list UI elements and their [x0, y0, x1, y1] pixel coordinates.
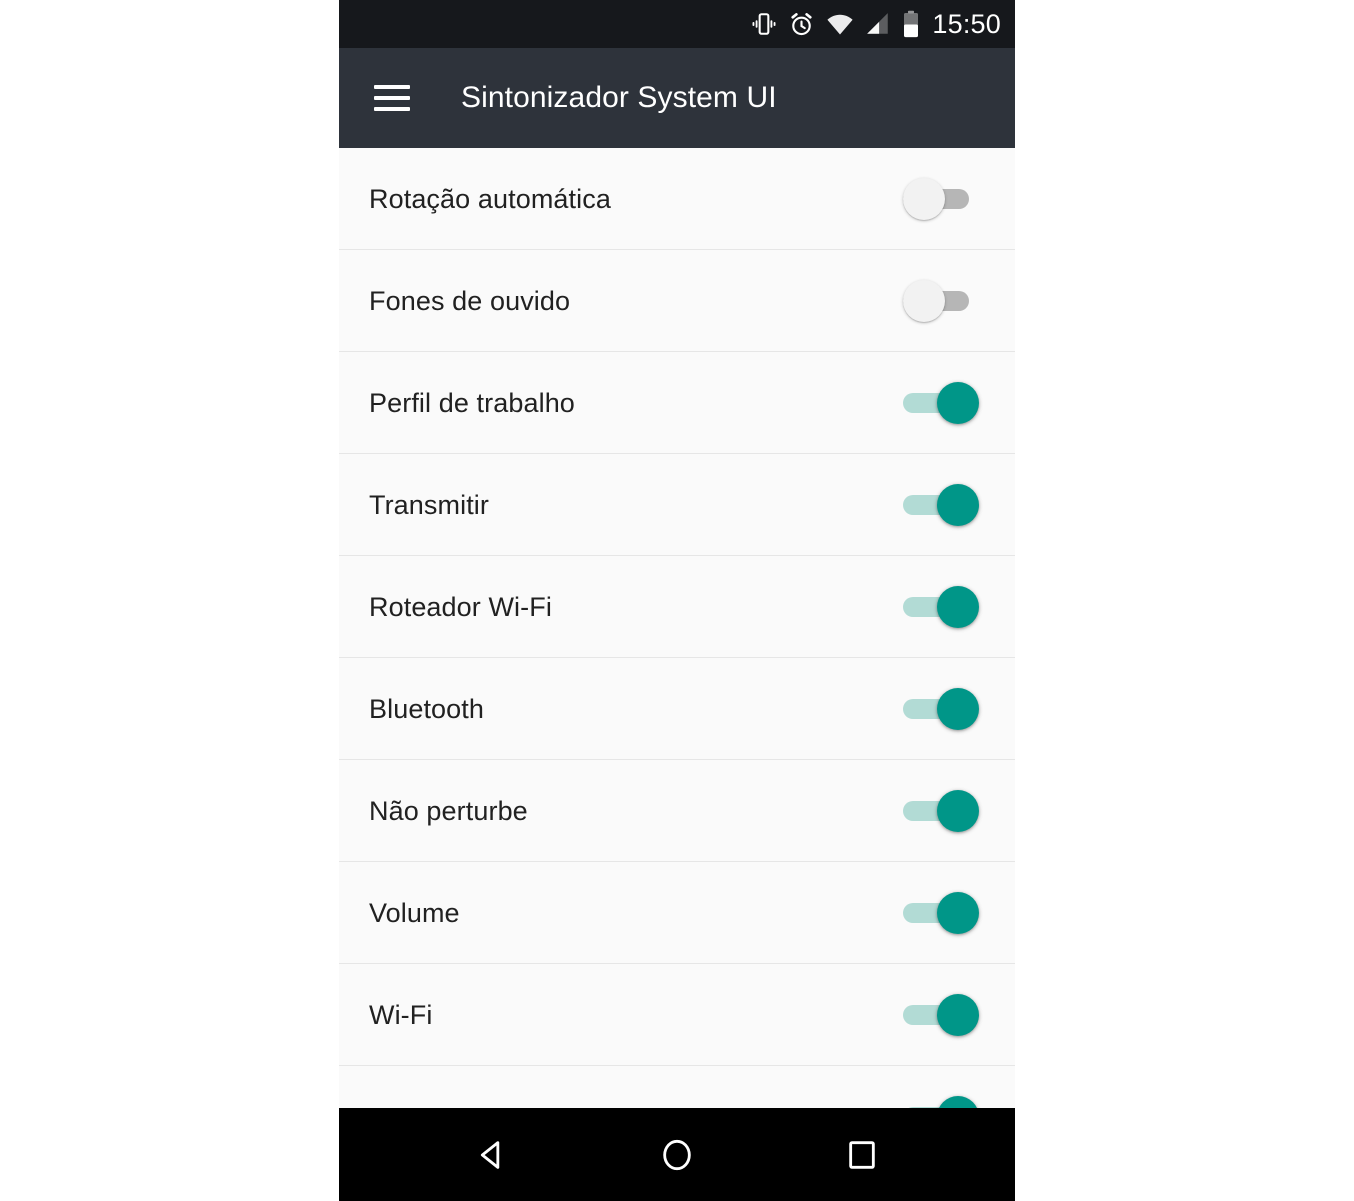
cell-signal-icon	[865, 11, 891, 37]
toggle-thumb	[937, 586, 979, 628]
list-item-wifi-hotspot[interactable]: Roteador Wi-Fi	[339, 556, 1015, 658]
status-bar: 15:50	[339, 0, 1015, 48]
toggle-thumb	[937, 484, 979, 526]
wifi-icon	[826, 10, 854, 38]
list-item-label: Transmitir	[369, 490, 489, 521]
hamburger-line-1	[374, 85, 410, 89]
back-triangle-icon[interactable]	[457, 1120, 527, 1190]
toggle-work-profile[interactable]	[903, 382, 979, 424]
list-item-label: Bluetooth	[369, 694, 484, 725]
battery-icon	[902, 10, 920, 38]
toggle-bluetooth[interactable]	[903, 688, 979, 730]
toggle-wifi-hotspot[interactable]	[903, 586, 979, 628]
list-item-label: Perfil de trabalho	[369, 388, 575, 419]
list-item-wifi[interactable]: Wi-Fi	[339, 964, 1015, 1066]
toggle-auto-rotate[interactable]	[903, 178, 979, 220]
status-bar-icon-group	[751, 10, 920, 38]
list-item-label: Volume	[369, 898, 460, 929]
toggle-thumb	[903, 280, 945, 322]
home-circle-icon[interactable]	[642, 1120, 712, 1190]
navigation-bar	[339, 1108, 1015, 1201]
recents-square-icon[interactable]	[827, 1120, 897, 1190]
list-item-bluetooth[interactable]: Bluetooth	[339, 658, 1015, 760]
hamburger-line-3	[374, 107, 410, 111]
app-bar: Sintonizador System UI	[339, 48, 1015, 148]
list-item-auto-rotate[interactable]: Rotação automática	[339, 148, 1015, 250]
list-item-work-profile[interactable]: Perfil de trabalho	[339, 352, 1015, 454]
list-item-label: Fones de ouvido	[369, 286, 570, 317]
toggle-thumb	[937, 892, 979, 934]
list-item-label: Wi-Fi	[369, 1000, 432, 1031]
toggle-thumb	[937, 688, 979, 730]
page-title: Sintonizador System UI	[461, 81, 777, 115]
hamburger-line-2	[374, 96, 410, 100]
toggle-headphones[interactable]	[903, 280, 979, 322]
vibrate-icon	[751, 11, 777, 37]
toggle-volume[interactable]	[903, 892, 979, 934]
list-item-label: Rotação automática	[369, 184, 611, 215]
toggle-wifi[interactable]	[903, 994, 979, 1036]
hamburger-menu-icon[interactable]	[361, 67, 423, 129]
toggle-thumb	[937, 790, 979, 832]
toggle-thumb	[937, 382, 979, 424]
toggle-do-not-disturb[interactable]	[903, 790, 979, 832]
list-item-label: Roteador Wi-Fi	[369, 592, 552, 623]
list-item-do-not-disturb[interactable]: Não perturbe	[339, 760, 1015, 862]
alarm-icon	[788, 11, 815, 38]
toggle-cast[interactable]	[903, 484, 979, 526]
list-item-headphones[interactable]: Fones de ouvido	[339, 250, 1015, 352]
toggle-partial-cut-off-row[interactable]	[903, 1096, 979, 1108]
list-item-partial-cut-off-row[interactable]	[339, 1066, 1015, 1108]
list-item-label: Não perturbe	[369, 796, 528, 827]
toggle-thumb	[937, 1096, 979, 1108]
phone-screen: 15:50 Sintonizador System UI Rotação aut…	[339, 0, 1015, 1201]
list-item-cast[interactable]: Transmitir	[339, 454, 1015, 556]
toggle-thumb	[937, 994, 979, 1036]
toggle-thumb	[903, 178, 945, 220]
list-item-volume[interactable]: Volume	[339, 862, 1015, 964]
status-bar-clock: 15:50	[932, 11, 1001, 38]
settings-list[interactable]: Rotação automática Fones de ouvido Perfi…	[339, 148, 1015, 1108]
